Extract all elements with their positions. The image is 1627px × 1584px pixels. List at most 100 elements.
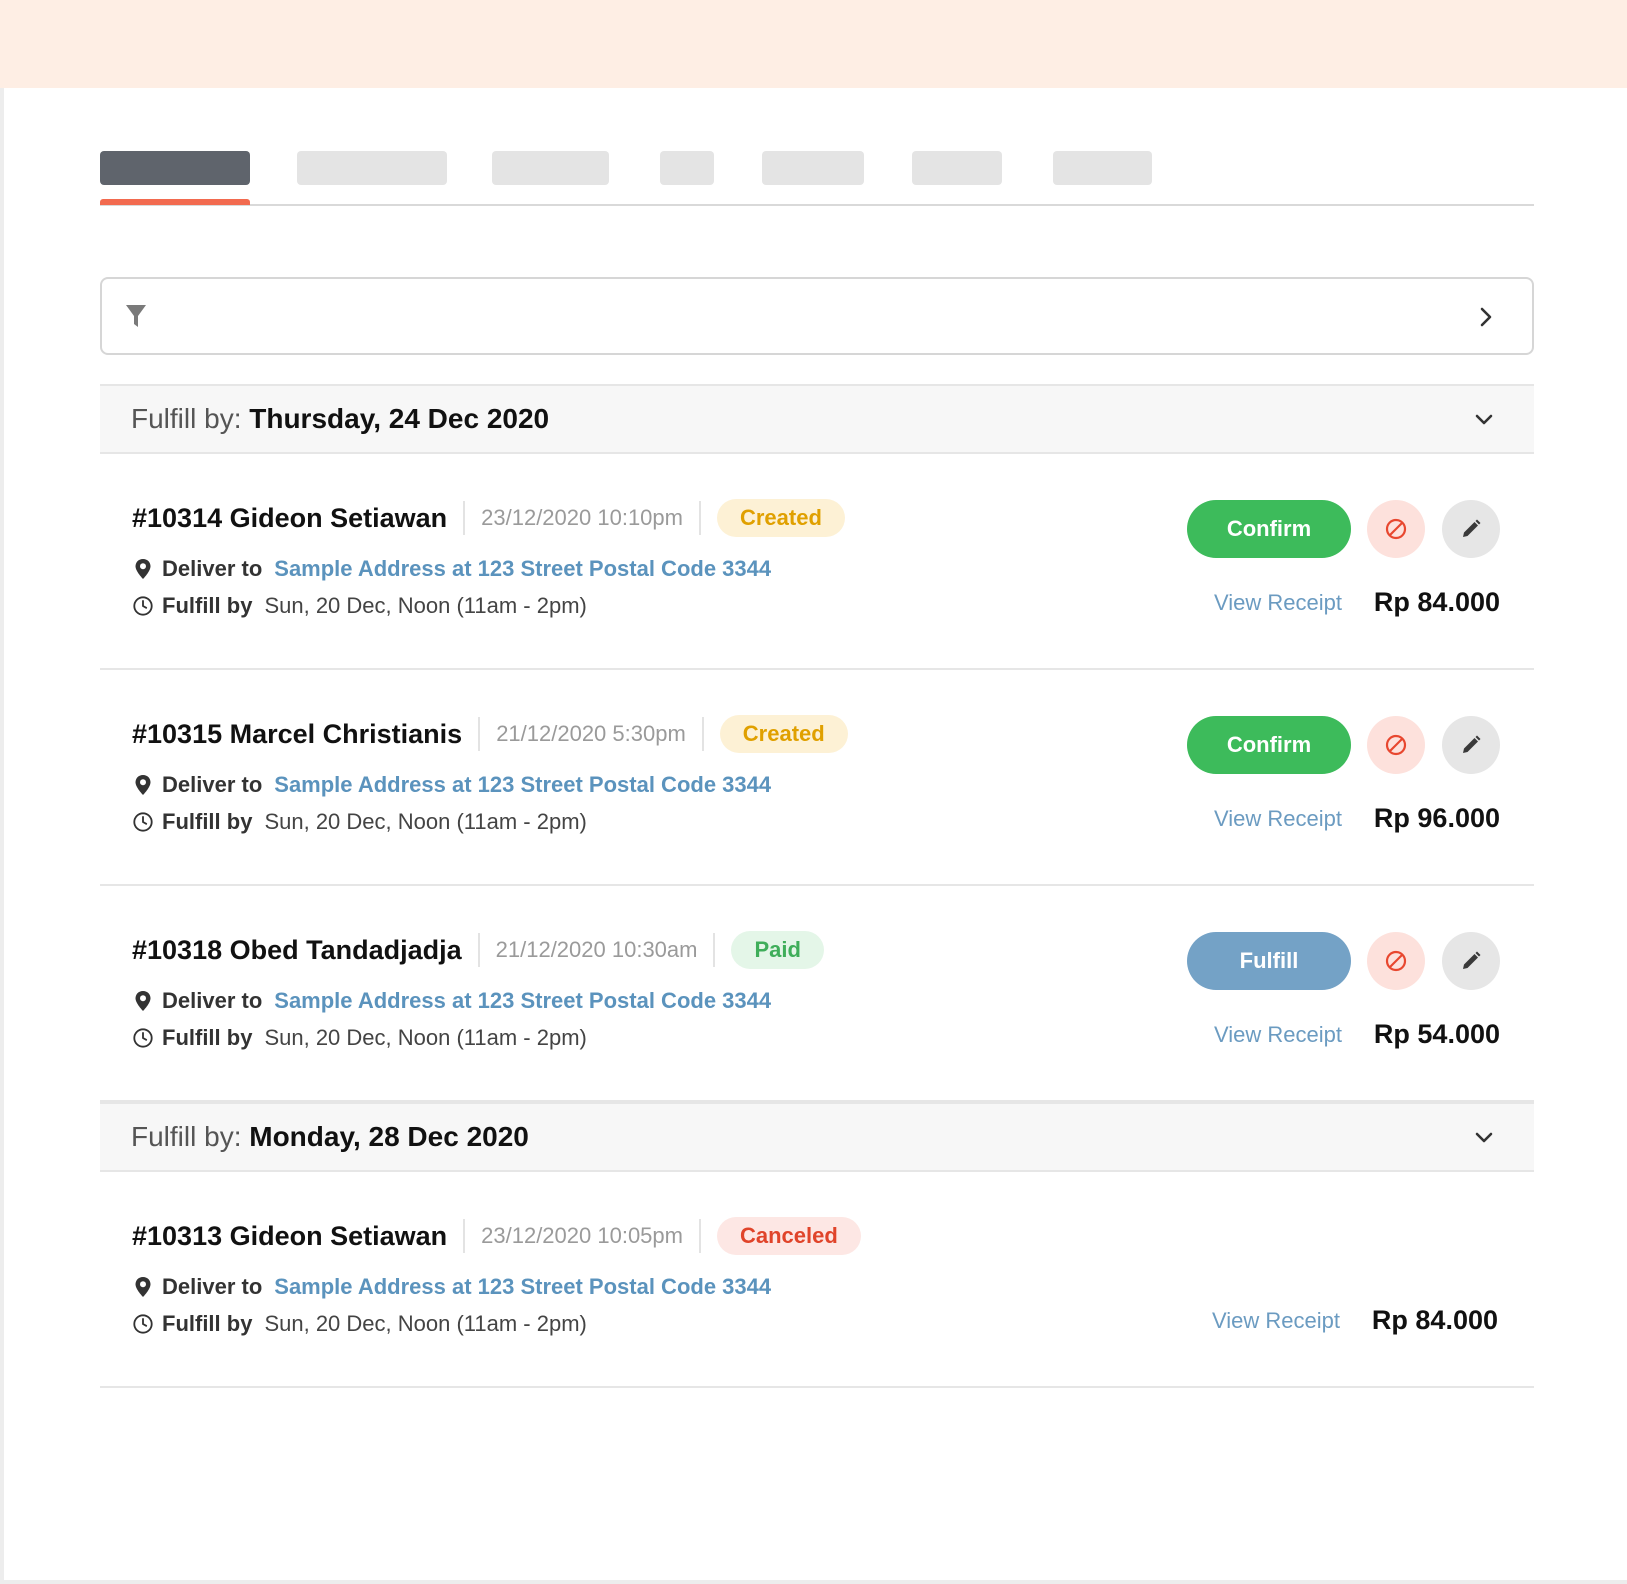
order-price: Rp 54.000 [1373,1019,1500,1049]
tab-7[interactable] [1053,151,1152,185]
active-tab-indicator [100,199,250,205]
pencil-icon [1463,519,1481,537]
edit-order-button[interactable] [1442,500,1500,558]
group-label-text: Fulfill by: [131,403,250,434]
tab-4[interactable] [660,151,714,185]
divider [701,717,704,751]
order-title[interactable]: #10315 Marcel Christianis [132,719,462,750]
order-price: Rp 84.000 [1371,1305,1498,1335]
divider [463,1219,466,1253]
location-pin-icon [135,991,151,1011]
order-card: #10313 Gideon Setiawan 23/12/2020 10:05p… [100,1172,1534,1388]
frame-edge [0,88,4,1584]
ban-icon [1385,518,1407,540]
fulfill-label: Fulfill by [162,593,253,618]
fulfill-row: Fulfill by Sun, 20 Dec, Noon (11am - 2pm… [132,807,587,837]
order-timestamp: 21/12/2020 5:30pm [496,721,686,746]
funnel-icon [126,305,146,327]
location-pin-icon [135,1277,151,1297]
orders-panel: Fulfill by: Thursday, 24 Dec 2020 #10314… [100,88,1534,1388]
group-header[interactable]: Fulfill by: Monday, 28 Dec 2020 [100,1102,1534,1172]
ban-icon [1385,950,1407,972]
view-receipt-link[interactable]: View Receipt [1212,1308,1340,1334]
tab-5[interactable] [762,151,864,185]
cancel-order-button[interactable] [1367,932,1425,990]
chevron-down-icon[interactable] [1472,408,1496,432]
clock-icon [133,812,153,832]
order-price: Rp 84.000 [1373,587,1500,617]
group-date: Thursday, 24 Dec 2020 [249,403,550,434]
deliver-row: Deliver to Sample Address at 123 Street … [132,986,771,1016]
order-action-button[interactable]: Confirm [1187,500,1351,558]
status-badge: Created [719,715,848,753]
fulfill-row: Fulfill by Sun, 20 Dec, Noon (11am - 2pm… [132,1309,587,1339]
status-badge: Created [716,499,845,537]
edit-order-button[interactable] [1442,932,1500,990]
tab-3[interactable] [492,151,609,185]
tab-2[interactable] [297,151,447,185]
deliver-label: Deliver to [162,1274,263,1299]
divider [463,501,466,535]
order-timestamp: 23/12/2020 10:10pm [481,505,683,530]
order-card: #10314 Gideon Setiawan 23/12/2020 10:10p… [100,454,1534,670]
group-header-label: Fulfill by: Thursday, 24 Dec 2020 [131,403,549,435]
group-header-label: Fulfill by: Monday, 28 Dec 2020 [131,1121,529,1153]
order-action-button[interactable]: Fulfill [1187,932,1351,990]
pencil-icon [1463,951,1481,969]
delivery-address-link[interactable]: Sample Address at 123 Street Postal Code… [274,988,771,1014]
location-pin-icon [135,559,151,579]
view-receipt-link[interactable]: View Receipt [1214,806,1342,832]
chevron-right-icon[interactable] [1478,305,1494,329]
status-badge: Paid [731,931,824,969]
top-banner [0,0,1627,88]
tab-6[interactable] [912,151,1002,185]
clock-icon [133,1028,153,1048]
order-card: #10315 Marcel Christianis 21/12/2020 5:3… [100,670,1534,886]
fulfill-label: Fulfill by [162,809,253,834]
view-receipt-link[interactable]: View Receipt [1214,590,1342,616]
tab-active[interactable] [100,151,250,185]
order-header-row: #10314 Gideon Setiawan 23/12/2020 10:10p… [132,498,845,538]
fulfill-label: Fulfill by [162,1311,253,1336]
order-header-row: #10318 Obed Tandadjadja 21/12/2020 10:30… [132,930,824,970]
order-title[interactable]: #10314 Gideon Setiawan [132,503,447,534]
order-title[interactable]: #10318 Obed Tandadjadja [132,935,462,966]
order-title[interactable]: #10313 Gideon Setiawan [132,1221,447,1252]
delivery-address-link[interactable]: Sample Address at 123 Street Postal Code… [274,772,771,798]
cancel-order-button[interactable] [1367,716,1425,774]
group-date: Monday, 28 Dec 2020 [249,1121,529,1152]
frame-edge [0,1580,1627,1584]
deliver-label: Deliver to [162,988,263,1013]
clock-icon [133,1314,153,1334]
pencil-icon [1463,735,1481,753]
divider [713,933,716,967]
location-pin-icon [135,775,151,795]
fulfill-time: Sun, 20 Dec, Noon (11am - 2pm) [264,1025,587,1050]
deliver-row: Deliver to Sample Address at 123 Street … [132,770,771,800]
order-timestamp: 23/12/2020 10:05pm [481,1223,683,1248]
fulfill-row: Fulfill by Sun, 20 Dec, Noon (11am - 2pm… [132,591,587,621]
fulfill-time: Sun, 20 Dec, Noon (11am - 2pm) [264,809,587,834]
divider [478,717,481,751]
order-header-row: #10313 Gideon Setiawan 23/12/2020 10:05p… [132,1216,861,1256]
clock-icon [133,596,153,616]
order-action-button[interactable]: Confirm [1187,716,1351,774]
edit-order-button[interactable] [1442,716,1500,774]
divider [698,1219,701,1253]
cancel-order-button[interactable] [1367,500,1425,558]
fulfill-time: Sun, 20 Dec, Noon (11am - 2pm) [264,593,587,618]
order-card: #10318 Obed Tandadjadja 21/12/2020 10:30… [100,886,1534,1102]
divider [698,501,701,535]
deliver-label: Deliver to [162,556,263,581]
delivery-address-link[interactable]: Sample Address at 123 Street Postal Code… [274,556,771,582]
deliver-row: Deliver to Sample Address at 123 Street … [132,554,771,584]
chevron-down-icon[interactable] [1472,1126,1496,1150]
fulfill-label: Fulfill by [162,1025,253,1050]
group-header[interactable]: Fulfill by: Thursday, 24 Dec 2020 [100,384,1534,454]
view-receipt-link[interactable]: View Receipt [1214,1022,1342,1048]
filter-bar[interactable] [100,277,1534,355]
group-label-text: Fulfill by: [131,1121,250,1152]
fulfill-time: Sun, 20 Dec, Noon (11am - 2pm) [264,1311,587,1336]
delivery-address-link[interactable]: Sample Address at 123 Street Postal Code… [274,1274,771,1300]
fulfill-row: Fulfill by Sun, 20 Dec, Noon (11am - 2pm… [132,1023,587,1053]
